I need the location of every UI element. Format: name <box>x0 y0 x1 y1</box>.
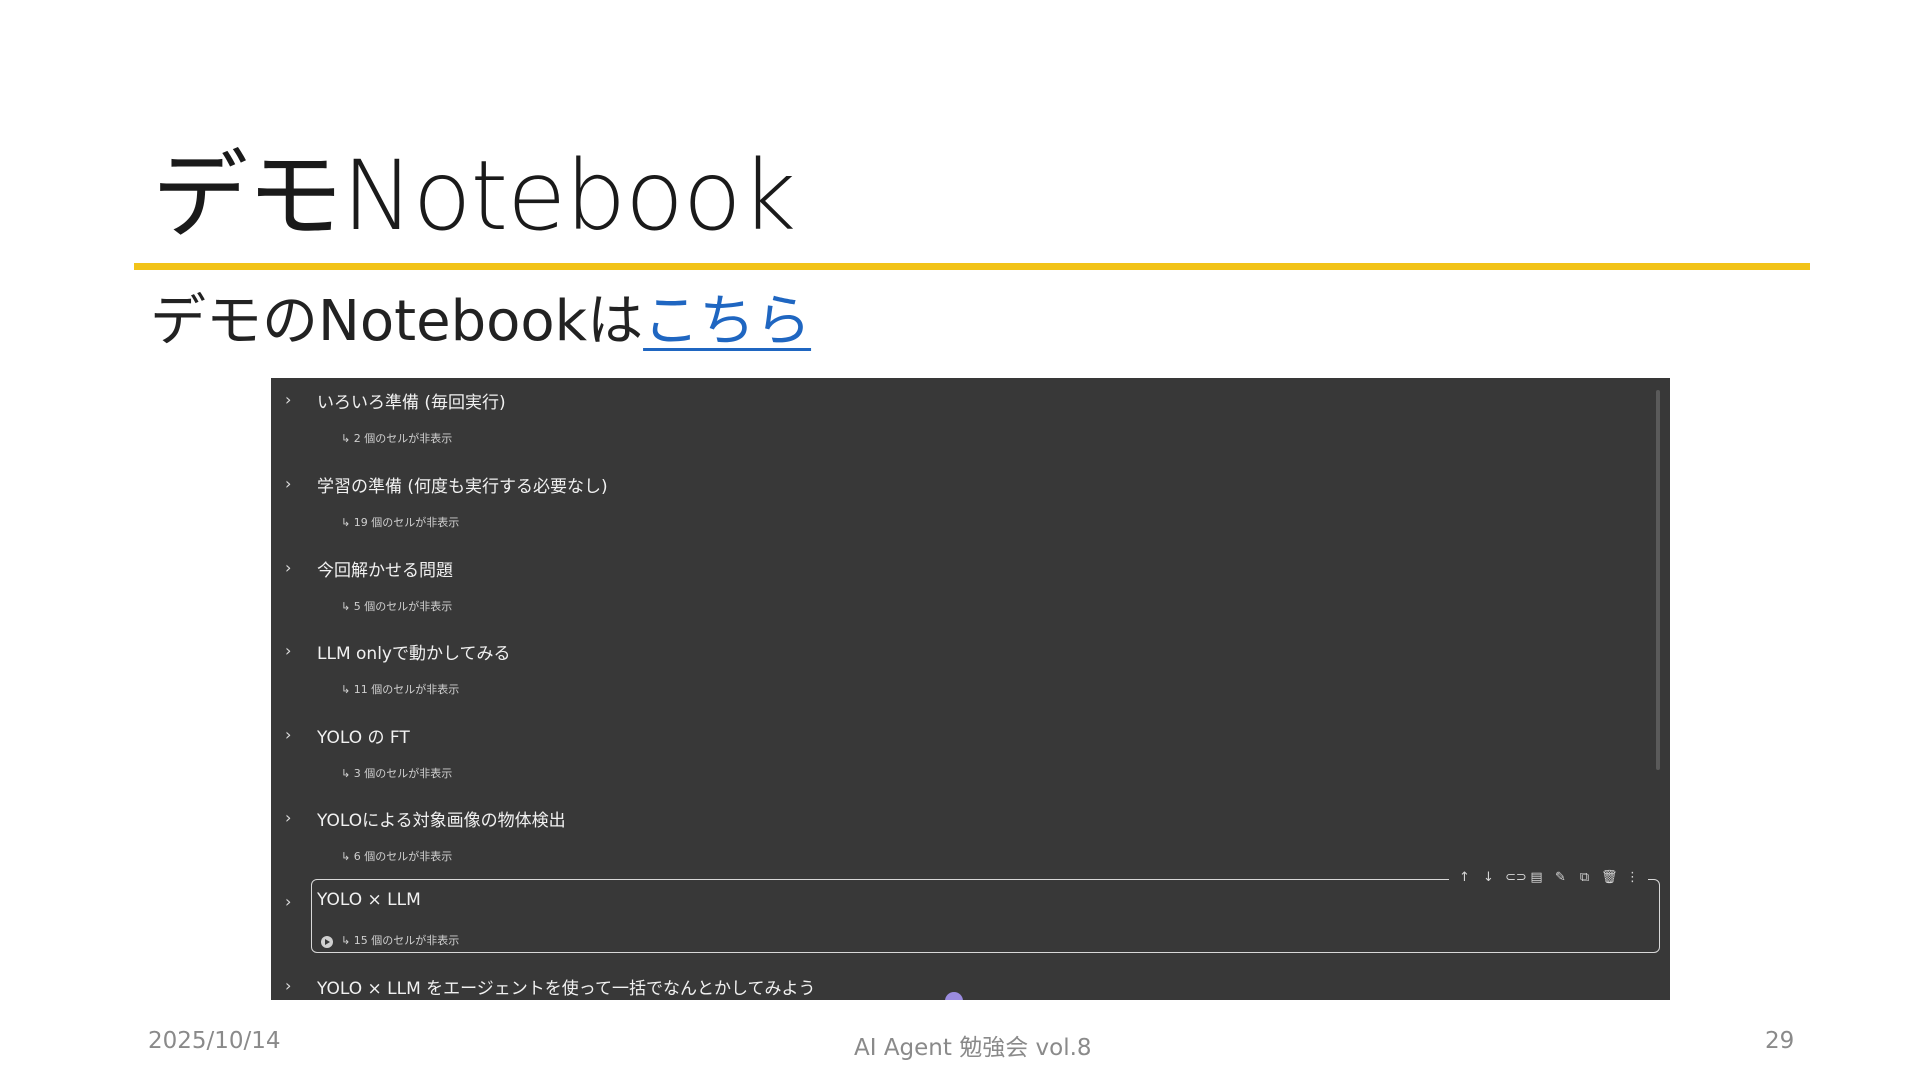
section-row[interactable]: › 学習の準備 (何度も実行する必要なし) ↳ 19 個のセルが非表示 <box>271 462 1670 546</box>
section-title: LLM onlyで動かしてみる <box>317 644 511 664</box>
hidden-cells-count[interactable]: ↳ 15 個のセルが非表示 <box>341 932 459 948</box>
chevron-right-icon[interactable]: › <box>285 558 291 577</box>
chevron-right-icon[interactable]: › <box>285 892 291 911</box>
hidden-cells-count[interactable]: ↳ 2 個のセルが非表示 <box>341 430 452 446</box>
slide-subtitle: デモのNotebookはこちら <box>150 289 811 354</box>
section-title: YOLO × LLM をエージェントを使って一括でなんとかしてみよう <box>317 979 816 999</box>
page-number: 29 <box>1765 1028 1795 1054</box>
chevron-right-icon[interactable]: › <box>285 641 291 660</box>
slide-title: デモNotebook <box>152 140 796 252</box>
hidden-cells-count[interactable]: ↳ 3 個のセルが非表示 <box>341 765 452 781</box>
hidden-cells-count[interactable]: ↳ 11 個のセルが非表示 <box>341 681 459 697</box>
section-row[interactable]: › YOLO の FT ↳ 3 個のセルが非表示 <box>271 713 1670 797</box>
notebook-link[interactable]: こちら <box>643 289 811 354</box>
hidden-cells-count[interactable]: ↳ 5 個のセルが非表示 <box>341 598 452 614</box>
subtitle-text: デモのNotebookは <box>150 289 644 354</box>
section-title: いろいろ準備 (毎回実行) <box>317 393 506 413</box>
hidden-cells-count[interactable]: ↳ 19 個のセルが非表示 <box>341 514 459 530</box>
section-title: YOLO × LLM <box>317 890 421 910</box>
section-row[interactable]: › いろいろ準備 (毎回実行) ↳ 2 個のセルが非表示 <box>271 378 1670 462</box>
section-title: YOLOによる対象画像の物体検出 <box>317 811 566 831</box>
title-underline <box>134 263 1810 270</box>
chevron-right-icon[interactable]: › <box>285 390 291 409</box>
section-title: 今回解かせる問題 <box>317 561 453 581</box>
section-title: 学習の準備 (何度も実行する必要なし) <box>317 477 608 497</box>
hidden-cells-count[interactable]: ↳ 6 個のセルが非表示 <box>341 848 452 864</box>
section-row[interactable]: › YOLO × LLM をエージェントを使って一括でなんとかしてみよう <box>271 964 1670 1000</box>
footer-date: 2025/10/14 <box>148 1028 281 1054</box>
section-row-selected[interactable]: › YOLO × LLM ↳ 15 個のセルが非表示 <box>271 880 1670 964</box>
section-title: YOLO の FT <box>317 728 410 748</box>
run-cell-icon[interactable] <box>321 936 333 948</box>
section-row[interactable]: › LLM onlyで動かしてみる ↳ 11 個のセルが非表示 <box>271 629 1670 713</box>
chevron-right-icon[interactable]: › <box>285 474 291 493</box>
notebook-screenshot: › いろいろ準備 (毎回実行) ↳ 2 個のセルが非表示 › 学習の準備 (何度… <box>271 378 1670 1000</box>
chevron-right-icon[interactable]: › <box>285 725 291 744</box>
section-row[interactable]: › 今回解かせる問題 ↳ 5 個のセルが非表示 <box>271 546 1670 630</box>
footer-event: AI Agent 勉強会 vol.8 <box>854 1035 1092 1061</box>
chevron-right-icon[interactable]: › <box>285 976 291 995</box>
chevron-right-icon[interactable]: › <box>285 808 291 827</box>
